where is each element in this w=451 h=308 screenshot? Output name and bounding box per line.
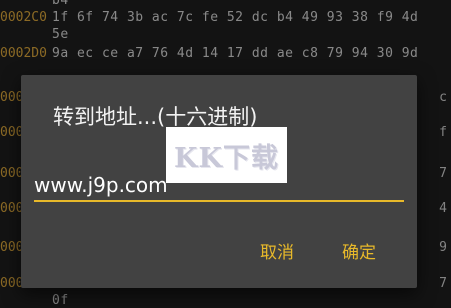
- ok-button[interactable]: 确定: [336, 237, 382, 269]
- goto-address-dialog: 转到地址...(十六进制) KK下载 取消 确定: [21, 75, 417, 288]
- watermark-text: KK下载: [174, 142, 279, 174]
- watermark-logo: KK下载: [166, 127, 287, 183]
- cancel-button[interactable]: 取消: [254, 237, 300, 269]
